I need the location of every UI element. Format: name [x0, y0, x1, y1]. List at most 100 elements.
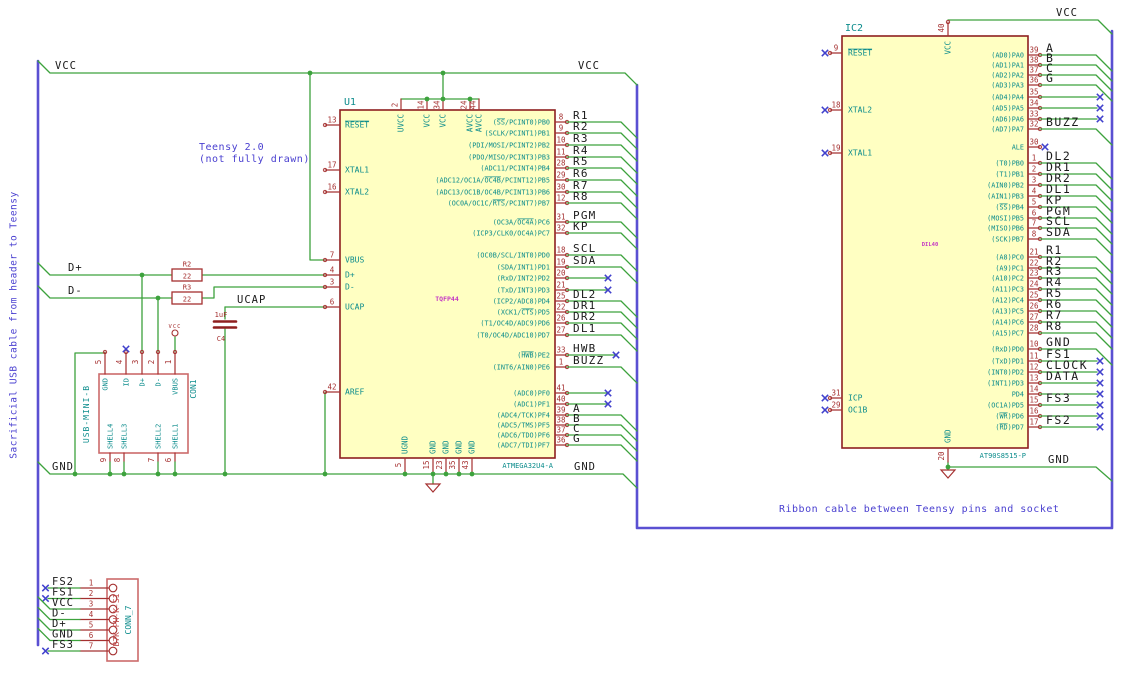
pin-name: ALE: [1012, 144, 1024, 152]
pin-name: (INT6/AIN0)PE6: [493, 364, 550, 372]
component-value: TQFP44: [435, 295, 459, 303]
no-connect-icon: [821, 149, 829, 157]
pin-number: 9: [559, 124, 564, 133]
pin-number: 9: [99, 458, 108, 463]
net-label: DL1: [573, 322, 596, 335]
pin-number: 27: [556, 326, 565, 335]
pin-name: (SS/PCINT0)PB0: [493, 119, 550, 127]
pin-name: GND: [944, 429, 953, 443]
junction-dot: [443, 471, 449, 477]
wire: [309, 72, 326, 261]
pin-number: 13: [327, 116, 336, 125]
pin-number: 21: [1029, 248, 1038, 257]
wire: [1039, 128, 1113, 146]
pin-number: 22: [1029, 259, 1038, 268]
vcc-symbol-icon: [171, 329, 179, 337]
pin-name: (ADC13/OC1B/OC4B/PCINT13)PB6: [435, 189, 550, 197]
pin-name: (TxD)PD1: [991, 358, 1024, 366]
wire: [947, 19, 1113, 35]
pin-number: 2: [391, 103, 400, 108]
pin-name: (ADC7/TDI)PF7: [497, 442, 550, 450]
pin-name: UGND: [401, 435, 410, 454]
pin-name: VCC: [439, 114, 448, 128]
no-connect-icon: [1096, 412, 1104, 420]
pin-number: 1: [89, 579, 94, 588]
net-label: SDA: [1046, 225, 1071, 239]
vcc-left: VCC: [55, 60, 77, 72]
net-label: G: [1046, 71, 1054, 85]
junction-dot: [107, 471, 113, 477]
pin-name: VBUS: [345, 256, 364, 265]
teensy-note-line1: Teensy 2.0: [199, 142, 265, 153]
net-label: FS2: [1046, 413, 1071, 427]
pin-number: 25: [1029, 291, 1038, 300]
pin-number: 33: [1029, 110, 1038, 119]
pin-name: PD4: [1012, 391, 1024, 399]
pin-name: SHELL2: [155, 424, 163, 449]
junction-dot: [172, 471, 178, 477]
pin-name: (A8)PC0: [995, 254, 1024, 262]
pin-number: 3: [1032, 176, 1037, 185]
pin-name: AVCC: [466, 114, 475, 132]
pin-number: 29: [556, 171, 565, 180]
pin-name: (A9)PC1: [995, 265, 1024, 273]
component-ref: R2: [183, 261, 191, 269]
pin-name: (OC3A/OC4A)PC6: [493, 219, 550, 227]
pin-name: (INT0)PD2: [987, 369, 1024, 377]
pin-number: 44: [469, 100, 478, 110]
component-ref: U1: [344, 97, 356, 108]
pin-number: 1: [164, 360, 173, 365]
schematic-canvas: U1TQFP44ATMEGA32U4-A13RESET17XTAL116XTAL…: [36, 7, 1114, 662]
pin-name: (ICP2/ADC8)PD4: [493, 298, 550, 306]
part-number: AT90S8515-P: [980, 452, 1026, 460]
pin-name: (AD3)PA3: [991, 82, 1024, 90]
pin-number: 19: [556, 258, 565, 267]
pin-number: 4: [89, 610, 94, 619]
pin-name: ID: [123, 378, 131, 386]
gnd-symbol-icon: [424, 483, 442, 493]
junction-dot: [424, 96, 430, 102]
pin-number: 40: [937, 23, 946, 33]
dminus-left: D-: [68, 285, 83, 297]
pin-number: 22: [556, 303, 565, 312]
pin-number: 40: [556, 395, 566, 404]
pin-name: (AD7)PA7: [991, 126, 1024, 134]
pin-name: AREF: [345, 388, 364, 397]
pin-number: 36: [556, 436, 566, 445]
component-value: DIL40: [922, 242, 939, 248]
pin-name: D+: [345, 271, 355, 280]
no-connect-icon: [1096, 401, 1104, 409]
pin-number: 5: [394, 463, 403, 468]
pin-name: XTAL2: [848, 106, 872, 115]
pin-name: (A12)PC4: [991, 297, 1024, 305]
pin-number: 14: [417, 100, 426, 110]
component-value: 22: [183, 296, 191, 304]
pin-number: 38: [556, 416, 566, 425]
pin-number: 25: [556, 292, 565, 301]
pin-name: (SS)PB4: [995, 204, 1024, 212]
pin-number: 4: [115, 359, 124, 364]
pin-name: RESET: [345, 121, 369, 130]
pin-number: 13: [1029, 374, 1038, 383]
component-ref: C4: [217, 335, 225, 343]
vcc-usb-symbol: VCC: [169, 324, 182, 330]
pin-name: (A13)PC5: [991, 308, 1024, 316]
pin-name: (T1)PB1: [995, 171, 1024, 179]
pin-number: 8: [113, 457, 122, 462]
pin-name: OC1B: [848, 406, 867, 415]
pin-number: 39: [1029, 46, 1038, 55]
net-label: R8: [573, 190, 589, 203]
teensy-note-line2: (not fully drawn): [199, 154, 310, 165]
pin-name: GND: [455, 440, 464, 454]
pin-number: 31: [556, 213, 565, 222]
net-label: FS3: [1046, 391, 1071, 405]
pin-number: 21: [556, 281, 565, 290]
pin-name: (ICP3/CLK0/OC4A)PC7: [472, 230, 550, 238]
pin-number: 28: [1029, 324, 1039, 333]
pin-name: (SCK)PB7: [991, 236, 1024, 244]
pin-pad: [108, 583, 118, 593]
pin-number: 30: [556, 183, 566, 192]
junction-dot: [139, 272, 145, 278]
pin-name: UVCC: [397, 114, 406, 132]
pin-number: 24: [1029, 280, 1039, 289]
